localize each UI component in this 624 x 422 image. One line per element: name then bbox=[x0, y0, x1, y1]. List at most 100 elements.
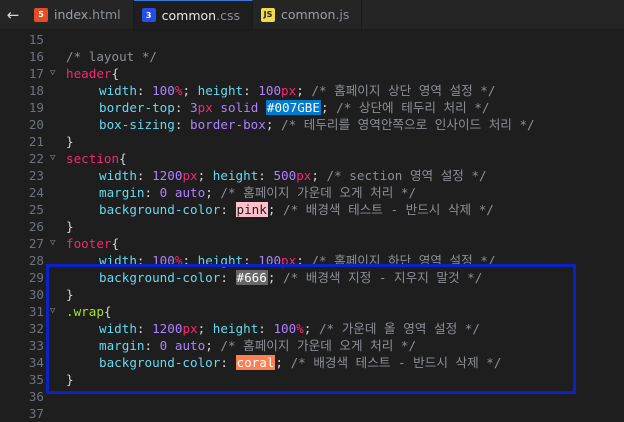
code-line[interactable]: 22 ▽ section{ bbox=[0, 150, 624, 167]
code-line[interactable]: 31 ▽ .wrap{ bbox=[0, 303, 624, 320]
token-unit: px bbox=[197, 100, 213, 115]
line-number: 27 bbox=[28, 236, 44, 251]
code-line[interactable]: 17 ▽ header{ bbox=[0, 65, 624, 82]
code-line[interactable]: 24 margin: 0 auto; /* 홈페이지 가운데 오게 처리 */ bbox=[0, 184, 624, 201]
code-text: background-color: #666; /* 배경색 지정 - 지우지 … bbox=[66, 269, 482, 286]
code-line[interactable]: 20 box-sizing: border-box; /* 테두리를 영역안쪽으로… bbox=[0, 116, 624, 133]
token-punc: ; bbox=[205, 338, 221, 353]
token-prop: margin bbox=[99, 185, 145, 200]
token-punc: ; bbox=[182, 83, 198, 98]
code-line[interactable]: 33 margin: 0 auto; /* 홈페이지 가운데 오게 처리 */ bbox=[0, 337, 624, 354]
code-line[interactable]: 27 ▽ footer{ bbox=[0, 235, 624, 252]
token-punc: ; bbox=[265, 117, 281, 132]
token-punc: : bbox=[220, 355, 236, 370]
code-line[interactable]: 30} bbox=[0, 286, 624, 303]
token-prop: margin bbox=[99, 338, 145, 353]
line-number: 25 bbox=[28, 202, 44, 217]
token-cmt: /* 배경색 테스트 - 반드시 삭제 */ bbox=[290, 355, 502, 370]
code-text: width: 1200px; height: 500px; /* section… bbox=[66, 167, 487, 184]
token-kw: auto bbox=[174, 338, 206, 353]
token-num: 100 bbox=[258, 253, 282, 268]
code-line[interactable]: 16 /* layout */ bbox=[0, 48, 624, 65]
line-number: 16 bbox=[28, 49, 44, 64]
code-line[interactable]: 19 border-top: 3px solid #007GBE; /* 상단에 … bbox=[0, 99, 624, 116]
code-line[interactable]: 28 width: 100%; height: 100px; /* 홈페이지 하단… bbox=[0, 252, 624, 269]
tab-extension: .js bbox=[335, 7, 350, 22]
token-punc bbox=[167, 338, 175, 353]
token-cmt: /* 가운데 올 영역 설정 */ bbox=[318, 321, 480, 336]
css-file-icon: 3 bbox=[141, 8, 156, 22]
code-line[interactable]: 26} bbox=[0, 218, 624, 235]
token-cmt: /* 배경색 테스트 - 반드시 삭제 */ bbox=[283, 202, 494, 217]
token-prop: box-sizing bbox=[99, 117, 175, 132]
token-cmt: /* layout */ bbox=[66, 49, 157, 64]
token-punc: ; bbox=[303, 321, 319, 336]
token-punc: ; bbox=[275, 355, 291, 370]
code-line[interactable]: 15 bbox=[0, 31, 624, 48]
tab-index-html[interactable]: 5 index .html bbox=[26, 0, 134, 29]
token-prop: border-top bbox=[99, 100, 175, 115]
token-unit: px bbox=[182, 168, 198, 183]
code-text: margin: 0 auto; /* 홈페이지 가운데 오게 처리 */ bbox=[66, 184, 416, 201]
tab-filename: common bbox=[280, 7, 336, 22]
code-line[interactable]: 32 width: 1200px; height: 100%; /* 가운데 올 … bbox=[0, 320, 624, 337]
code-line[interactable]: 34 background-color: coral; /* 배경색 테스트 - … bbox=[0, 354, 624, 371]
back-arrow-icon[interactable]: ← bbox=[0, 0, 26, 29]
token-punc: { bbox=[111, 66, 120, 81]
token-sel: header bbox=[66, 66, 112, 81]
code-line[interactable]: 18 width: 100%; height: 100px; /* 홈페이지 상단… bbox=[0, 82, 624, 99]
token-punc: ; bbox=[320, 100, 337, 115]
token-punc: ; bbox=[296, 253, 312, 268]
token-punc: ; bbox=[197, 168, 213, 183]
code-line[interactable]: 25 background-color: pink; /* 배경색 테스트 - 반… bbox=[0, 201, 624, 218]
line-number: 21 bbox=[28, 134, 44, 149]
token-punc: : bbox=[136, 168, 153, 183]
token-punc: ; bbox=[267, 270, 284, 285]
fold-chevron-icon[interactable]: ▽ bbox=[50, 150, 55, 167]
line-number: 22 bbox=[28, 151, 44, 166]
code-editor[interactable]: 15 16/* layout */17 ▽ header{18 width: 100%;… bbox=[0, 31, 624, 421]
code-line[interactable]: 29 background-color: #666; /* 배경색 지정 - 지우… bbox=[0, 269, 624, 286]
code-text: .wrap{ bbox=[66, 303, 112, 320]
tab-bar: ← 5 index .html 3 common .css JS common .js bbox=[0, 0, 624, 30]
code-text: margin: 0 auto; /* 홈페이지 가운데 오게 처리 */ bbox=[66, 337, 416, 354]
line-number: 15 bbox=[28, 32, 44, 47]
token-unit: px bbox=[296, 168, 312, 183]
tab-extension: .css bbox=[216, 7, 240, 23]
token-cmt: /* 홈페이지 가운데 오게 처리 */ bbox=[220, 185, 417, 200]
token-punc: : bbox=[258, 321, 274, 336]
token-punc: } bbox=[66, 134, 74, 149]
code-text: } bbox=[66, 133, 74, 150]
token-punc: : bbox=[220, 270, 236, 285]
token-sel: section bbox=[66, 151, 120, 166]
tab-filename: index bbox=[54, 7, 89, 22]
code-line[interactable]: 21} bbox=[0, 133, 624, 150]
line-number: 35 bbox=[28, 372, 44, 387]
line-number: 23 bbox=[28, 168, 44, 183]
token-punc: : bbox=[136, 321, 153, 336]
code-text: background-color: pink; /* 배경색 테스트 - 반드시… bbox=[66, 201, 494, 218]
token-prop: height bbox=[197, 253, 244, 268]
code-text: } bbox=[66, 286, 74, 303]
token-punc: { bbox=[103, 304, 112, 319]
token-kw: auto bbox=[174, 185, 206, 200]
token-punc: ; bbox=[182, 253, 198, 268]
fold-chevron-icon[interactable]: ▽ bbox=[50, 303, 55, 320]
token-cmt: /* 배경색 지정 - 지우지 말것 */ bbox=[283, 270, 483, 285]
token-prop: background-color bbox=[99, 270, 221, 285]
fold-chevron-icon[interactable]: ▽ bbox=[50, 235, 55, 252]
code-line[interactable]: 37 bbox=[0, 405, 624, 422]
token-num: 1200 bbox=[152, 321, 183, 336]
tab-extension: .html bbox=[88, 7, 121, 22]
tab-common-css[interactable]: 3 common .css bbox=[133, 0, 253, 29]
fold-chevron-icon[interactable]: ▽ bbox=[50, 65, 55, 82]
code-line[interactable]: 36 bbox=[0, 388, 624, 405]
token-cmt: /* 테두리를 영역안쪽으로 인사이드 처리 */ bbox=[281, 117, 535, 132]
line-number: 19 bbox=[28, 100, 44, 115]
line-number: 37 bbox=[28, 406, 44, 421]
token-num: 100 bbox=[152, 253, 175, 268]
code-text: box-sizing: border-box; /* 테두리를 영역안쪽으로 인… bbox=[66, 116, 535, 133]
tab-common-js[interactable]: JS common .js bbox=[253, 0, 363, 29]
code-line[interactable]: 35} bbox=[0, 371, 624, 388]
code-line[interactable]: 23 width: 1200px; height: 500px; /* secti… bbox=[0, 167, 624, 184]
